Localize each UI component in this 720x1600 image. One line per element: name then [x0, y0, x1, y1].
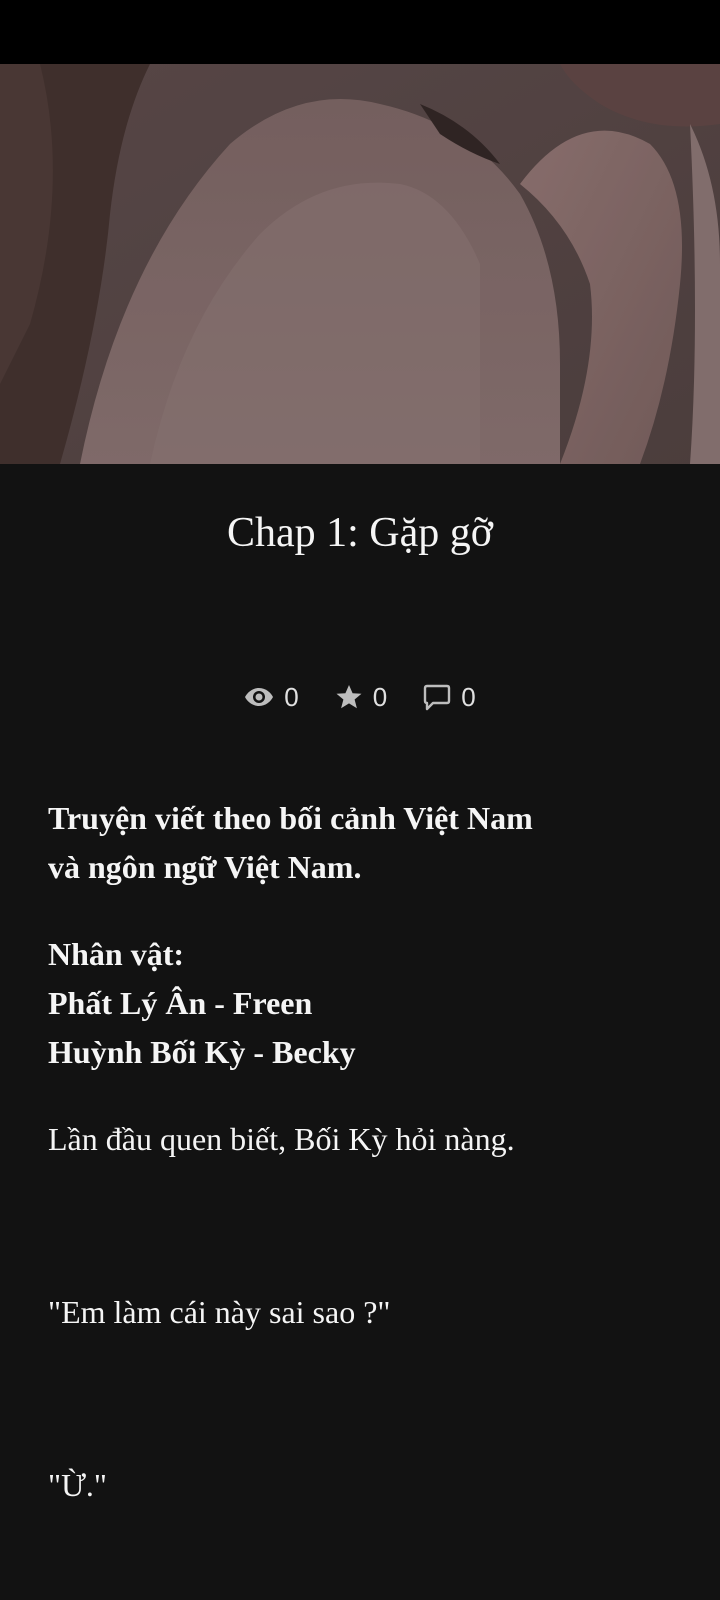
intro-paragraph: Truyện viết theo bối cảnh Việt Nam và ng… — [48, 794, 688, 892]
votes-count: 0 — [372, 681, 388, 712]
story-line-2: "Em làm cái này sai sao ?" — [48, 1294, 391, 1330]
comments-stat: 0 — [423, 681, 476, 713]
comment-icon — [424, 684, 451, 711]
intro-line-2: và ngôn ngữ Việt Nam. — [48, 849, 362, 885]
character-2: Huỳnh Bối Kỳ - Becky — [48, 1034, 356, 1070]
star-icon — [336, 685, 362, 709]
cover-image — [0, 64, 720, 464]
characters-heading: Nhân vật: — [48, 936, 185, 972]
chapter-title: Chap 1: Gặp gỡ — [226, 510, 493, 556]
status-bar — [0, 0, 720, 64]
comments-count: 0 — [461, 681, 476, 712]
views-count: 0 — [284, 681, 299, 712]
eye-icon — [245, 688, 274, 706]
story-line-3: "Ừ." — [48, 1467, 107, 1503]
views-stat: 0 — [244, 681, 299, 713]
intro-line-1: Truyện viết theo bối cảnh Việt Nam — [48, 800, 533, 836]
votes-stat: 0 — [335, 682, 387, 713]
chapter-content: Truyện viết theo bối cảnh Việt Nam và ng… — [48, 794, 688, 1510]
characters-paragraph: Nhân vật: Phất Lý Ân - Freen Huỳnh Bối K… — [48, 930, 688, 1077]
character-1: Phất Lý Ân - Freen — [48, 985, 313, 1021]
chapter-stats: 0 0 0 — [0, 675, 720, 719]
story-line-1: Lần đầu quen biết, Bối Kỳ hỏi nàng. — [48, 1121, 515, 1157]
